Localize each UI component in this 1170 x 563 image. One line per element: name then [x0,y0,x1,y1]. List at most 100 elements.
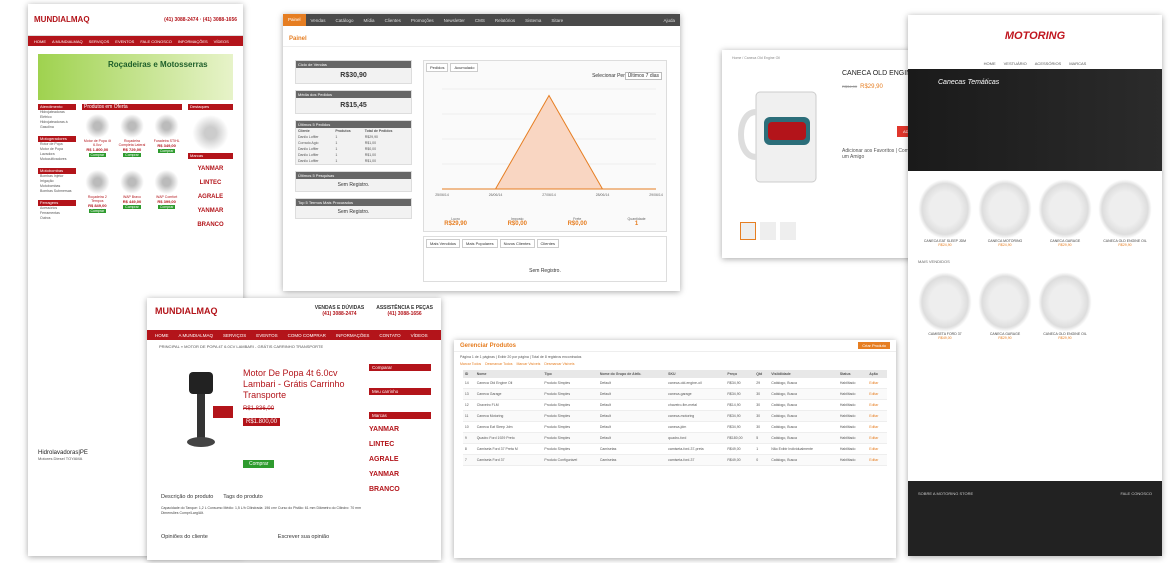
tab-description[interactable]: Descrição do produto [161,494,213,500]
buy-button[interactable]: Comprar [123,205,141,209]
table-row[interactable]: 10 Caneca Eat Sleep Jdm Produto Simples Def… [462,421,888,433]
unselect-visible-link[interactable]: Desmarcar Visíveis [544,362,574,366]
product-card[interactable]: CANECA OLD ENGINE OIL R$29,90 [1098,179,1152,247]
product-card[interactable]: Roçadeira Completa Lateral R$ 729,00 Compr… [116,113,148,165]
product-name[interactable]: Roçadeira Completa Lateral [117,139,148,147]
table-row[interactable]: 8 Camiseta Ford 37 Preta M Produto Simples… [462,443,888,455]
nav-contact[interactable]: FALE CONOSCO [140,39,172,44]
product-card[interactable]: Roçadeira 2 Tempos R$ 849,00 Comprar [82,169,113,221]
brand-logo[interactable]: AGRALE [188,190,233,204]
outboard-motor-image[interactable] [161,366,237,452]
menu-sitare[interactable]: Sitare [546,18,568,23]
sidebar-link[interactable]: Motocultivadores [38,157,76,162]
thumbnail[interactable] [760,222,776,240]
menu-media[interactable]: Mídia [359,18,380,23]
nav-home[interactable]: HOME [984,61,996,66]
nav-apparel[interactable]: VESTUÁRIO [1004,61,1027,66]
nav-about[interactable]: A MUNDIALMAQ [179,333,214,338]
menu-catalog[interactable]: Catálogo [331,18,359,23]
edit-link[interactable]: Editar [867,421,888,433]
table-row[interactable]: 7 Camiseta Ford 37 Produto Configurável Cam… [462,454,888,466]
brand-logo[interactable]: LINTEC [369,437,431,452]
product-name[interactable]: Motor de Popa 4t 6.0cv [82,139,113,147]
buy-button[interactable]: Comprar [88,153,107,157]
tab-tags[interactable]: Tags do produto [223,494,262,500]
store-logo[interactable]: MOTORING [1005,30,1065,42]
table-row[interactable]: 13 Caneca Garage Produto Simples Default can… [462,388,888,400]
product-card[interactable]: CAMISETA FORD 37 R$49,00 [918,272,972,340]
select-all-link[interactable]: Marcar Todos [460,362,481,366]
nav-contact[interactable]: CONTATO [379,333,400,338]
buy-button[interactable]: Comprar [243,460,275,468]
nav-services[interactable]: SERVIÇOS [89,39,110,44]
menu-sales[interactable]: Vendas [306,18,331,23]
create-product-button[interactable]: Criar Produto [858,342,890,349]
tab-popular[interactable]: Mais Populares [462,239,498,248]
pager[interactable]: Página 1 de 1 páginas | Exibir 20 por pá… [454,352,896,362]
menu-system[interactable]: Sistema [520,18,546,23]
hero-banner[interactable]: Canecas Temáticas [908,69,1162,171]
site-logo[interactable]: MUNDIALMAQ [34,15,90,24]
nav-info[interactable]: INFORMAÇÕES [336,333,370,338]
thumbnail[interactable] [780,222,796,240]
breadcrumb[interactable]: PRINCIPAL » MOTOR DE POPA 4T 6.0CV LAMBA… [147,340,441,353]
brand-logo[interactable]: BRANCO [188,218,233,232]
table-row[interactable]: 14 Caneca Old Engine Oil Produto Simples De… [462,378,888,389]
help-link[interactable]: Ajuda [658,18,680,23]
product-image[interactable] [82,113,113,139]
product-card[interactable]: WAP Bravo R$ 449,00 Comprar [116,169,148,221]
highlight-image[interactable] [188,113,233,153]
product-image[interactable] [151,169,182,195]
buy-button[interactable]: Comprar [88,209,107,213]
product-card[interactable]: Motor de Popa 4t 6.0cv R$ 1.800,00 Comprar [82,113,113,165]
product-image[interactable] [82,169,113,195]
edit-link[interactable]: Editar [867,443,888,455]
footer-contact[interactable]: FALE CONOSCO [1120,491,1152,496]
nav-videos[interactable]: VÍDEOS [411,333,428,338]
site-logo[interactable]: MUNDIALMAQ [155,306,218,316]
edit-link[interactable]: Editar [867,432,888,444]
menu-cms[interactable]: CMS [470,18,490,23]
tab-new-customers[interactable]: Novos Clientes [499,239,535,248]
buy-button[interactable]: Comprar [157,149,176,153]
product-card[interactable]: CANECA EAT SLEEP JDM R$24,90 [918,179,972,247]
promo-banner[interactable]: Roçadeiras e Motosserras [38,54,233,100]
menu-promotions[interactable]: Promoções [406,18,439,23]
edit-link[interactable]: Editar [867,378,888,389]
edit-link[interactable]: Editar [867,399,888,411]
mug-image[interactable] [736,82,828,194]
nav-videos[interactable]: VÍDEOS [214,39,229,44]
menu-newsletter[interactable]: Newsletter [439,18,470,23]
buy-button[interactable]: Comprar [123,153,141,157]
product-card[interactable]: Furadeira STIHL R$ 349,00 Comprar [151,113,182,165]
table-row[interactable]: Danilo Loffler 1 R$1,00 [296,158,411,164]
brand-logo[interactable]: YANMAR [188,204,233,218]
nav-events[interactable]: EVENTOS [115,39,134,44]
write-review-link[interactable]: Escrever sua opinião [278,534,329,540]
product-card[interactable]: WAP Comfort R$ 399,00 Comprar [151,169,182,221]
brand-logo[interactable]: LINTEC [188,176,233,190]
product-card[interactable]: CANECA GARAGE R$29,90 [978,272,1032,340]
product-card[interactable]: CANECA MOTORING R$24,90 [978,179,1032,247]
table-row[interactable]: 12 Chaveiro FLM Produto Simples Default chav… [462,399,888,411]
sidebar-link[interactable]: Hidrojateadoras à Gasolina [38,120,76,130]
brand-logo[interactable]: YANMAR [188,162,233,176]
edit-link[interactable]: Editar [867,388,888,400]
nav-about[interactable]: A MUNDIALMAQ [52,39,83,44]
edit-link[interactable]: Editar [867,454,888,466]
tab-customers[interactable]: Clientes [536,239,559,248]
nav-home[interactable]: HOME [34,39,46,44]
product-card[interactable]: CANECA GARAGE R$29,90 [1038,179,1092,247]
product-image[interactable] [116,113,148,139]
select-visible-link[interactable]: Marcar Visíveis [517,362,541,366]
sidebar-link[interactable]: Hidrojateadoras Elétrico [38,110,76,120]
menu-customers[interactable]: Clientes [380,18,406,23]
menu-reports[interactable]: Relatórios [490,18,520,23]
product-image[interactable] [151,113,182,139]
unselect-all-link[interactable]: Desmarcar Todos [485,362,512,366]
brand-logo[interactable]: BRANCO [369,482,431,497]
nav-services[interactable]: SERVIÇOS [223,333,246,338]
brand-logo[interactable]: YANMAR [369,422,431,437]
sidebar-link[interactable]: Bombas Submersas [38,189,76,194]
nav-how-to-buy[interactable]: COMO COMPRAR [288,333,326,338]
